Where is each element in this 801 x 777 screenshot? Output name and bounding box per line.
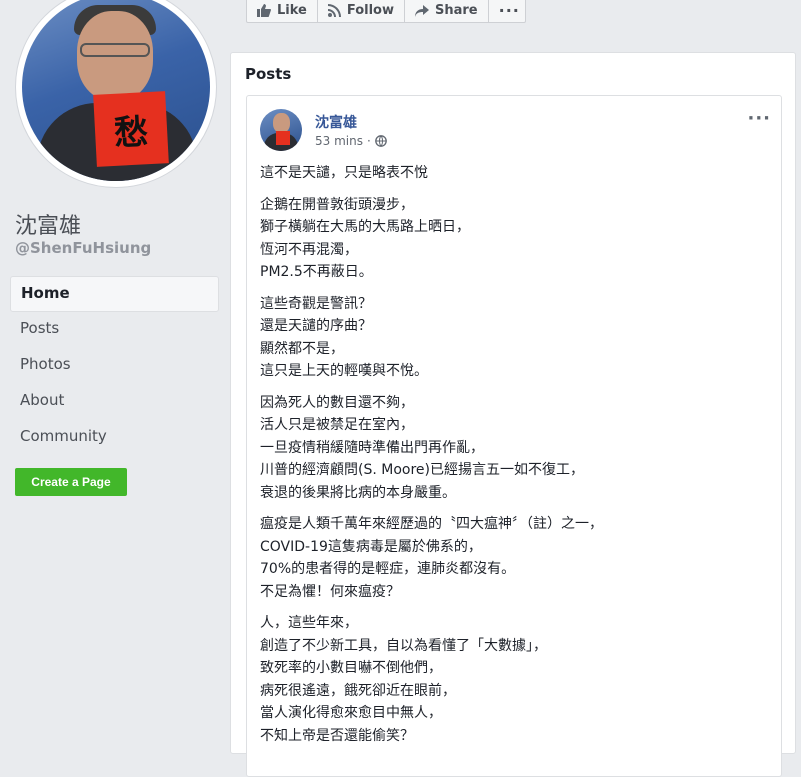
post-avatar-card — [276, 131, 290, 145]
follow-label: Follow — [346, 3, 394, 18]
post-author-name[interactable]: 沈富雄 — [315, 112, 357, 132]
post-paragraph: 因為死人的數目還不夠， 活人只是被禁足在室內， 一旦疫情稍緩隨時準備出門再作亂， 川普… — [260, 392, 770, 505]
rss-icon — [327, 4, 341, 17]
nav-item-about[interactable]: About — [10, 384, 219, 420]
post-paragraph: 企鵝在開普敦街頭漫步， 獅子橫躺在大馬的大馬路上晒日， 恆河不再混濁， PM2.5不再… — [260, 194, 770, 284]
post-meta: 53 mins · — [315, 134, 387, 148]
post-line: 川普的經濟顧問(S. Moore)已經揚言五一如不復工， — [260, 462, 584, 478]
post-line: 病死很遙遠，餓死卻近在眼前， — [260, 682, 456, 699]
nav-item-home[interactable]: Home — [10, 276, 219, 312]
like-button[interactable]: Like — [247, 0, 318, 22]
nav-item-posts[interactable]: Posts — [10, 312, 219, 348]
post-line: 衰退的後果將比病的本身嚴重。 — [260, 484, 456, 501]
post-line: 恆河不再混濁， — [260, 241, 358, 258]
page-name: 沈富雄 — [15, 214, 82, 239]
avatar-glasses — [80, 43, 150, 57]
post-timestamp[interactable]: 53 mins — [315, 134, 363, 148]
post-line: 這不是天譴，只是略表不悅 — [260, 165, 428, 181]
nav-item-community[interactable]: Community — [10, 420, 219, 456]
nav-item-photos[interactable]: Photos — [10, 348, 219, 384]
post-line: PM2.5不再蔽日。 — [260, 264, 373, 280]
post-paragraph: 瘟疫是人類千萬年來經歷過的〝四大瘟神〞（註）之一， COVID-19這隻病毒是屬於… — [260, 513, 770, 603]
globe-icon[interactable] — [374, 135, 387, 147]
post-line: 還是天譴的序曲？ — [260, 318, 372, 334]
post-paragraph: 這些奇觀是警訊？ 還是天譴的序曲？ 顯然都不是， 這只是上天的輕嘆與不悅。 — [260, 293, 770, 383]
follow-button[interactable]: Follow — [318, 0, 405, 22]
like-label: Like — [277, 3, 307, 18]
post-line: 創造了不少新工具，自以為看懂了「大數據」， — [260, 637, 547, 654]
post-options-button[interactable]: ··· — [747, 108, 771, 129]
post-line: 因為死人的數目還不夠， — [260, 394, 414, 411]
post-line: 顯然都不是， — [260, 340, 344, 357]
post-avatar-head — [273, 113, 290, 133]
post-line: 瘟疫是人類千萬年來經歷過的〝四大瘟神〞（註）之一， — [260, 516, 603, 532]
profile-picture[interactable]: 愁 — [15, 0, 217, 188]
avatar: 愁 — [22, 0, 210, 181]
thumbs-up-icon — [257, 4, 271, 17]
post-line: 一旦疫情稍緩隨時準備出門再作亂， — [260, 439, 484, 456]
more-options-button[interactable]: ··· — [489, 0, 530, 22]
post-line: 不足為懼！何來瘟疫？ — [260, 583, 400, 600]
post-line: 活人只是被禁足在室內， — [260, 417, 414, 433]
post-line: 70%的患者得的是輕症，連肺炎都沒有。 — [260, 561, 516, 577]
post-line: 這些奇觀是警訊？ — [260, 295, 372, 312]
post-author-avatar[interactable] — [260, 109, 302, 151]
post-line: 當人演化得愈來愈目中無人， — [260, 705, 442, 721]
share-button[interactable]: Share — [405, 0, 489, 22]
post-line: 企鵝在開普敦街頭漫步， — [260, 196, 414, 213]
post-line: 這只是上天的輕嘆與不悅。 — [260, 363, 428, 379]
post-line: 獅子橫躺在大馬的大馬路上晒日， — [260, 219, 470, 235]
avatar-red-card: 愁 — [93, 91, 169, 167]
more-dots-icon: ··· — [498, 1, 520, 20]
posts-section-title[interactable]: Posts — [245, 65, 291, 83]
post-line: COVID-19這隻病毒是屬於佛系的， — [260, 538, 482, 555]
post-line: 致死率的小數目嚇不倒他們， — [260, 660, 442, 676]
page-action-bar: Like Follow Share ··· — [246, 0, 526, 23]
dot-separator: · — [366, 134, 371, 148]
post: 沈富雄 53 mins · ··· 這不是天譴，只是略表不悅 企鵝在開普敦街頭漫步… — [246, 95, 782, 777]
share-label: Share — [435, 3, 478, 18]
post-body: 這不是天譴，只是略表不悅 企鵝在開普敦街頭漫步， 獅子橫躺在大馬的大馬路上晒日， 恆河… — [260, 162, 770, 756]
posts-section: Posts 沈富雄 53 mins · ··· 這不是天譴，只是略表不悅 企鵝在開… — [230, 52, 796, 777]
share-arrow-icon — [415, 4, 429, 17]
create-page-button[interactable]: Create a Page — [15, 468, 127, 496]
post-paragraph: 這不是天譴，只是略表不悅 — [260, 162, 770, 185]
page-handle[interactable]: @ShenFuHsiung — [15, 239, 151, 257]
post-paragraph: 人，這些年來， 創造了不少新工具，自以為看懂了「大數據」， 致死率的小數目嚇不倒他們… — [260, 612, 770, 747]
post-line: 人，這些年來， — [260, 615, 358, 631]
post-line: 不知上帝是否還能偷笑？ — [260, 727, 414, 744]
page-nav: Home Posts Photos About Community — [10, 276, 219, 456]
